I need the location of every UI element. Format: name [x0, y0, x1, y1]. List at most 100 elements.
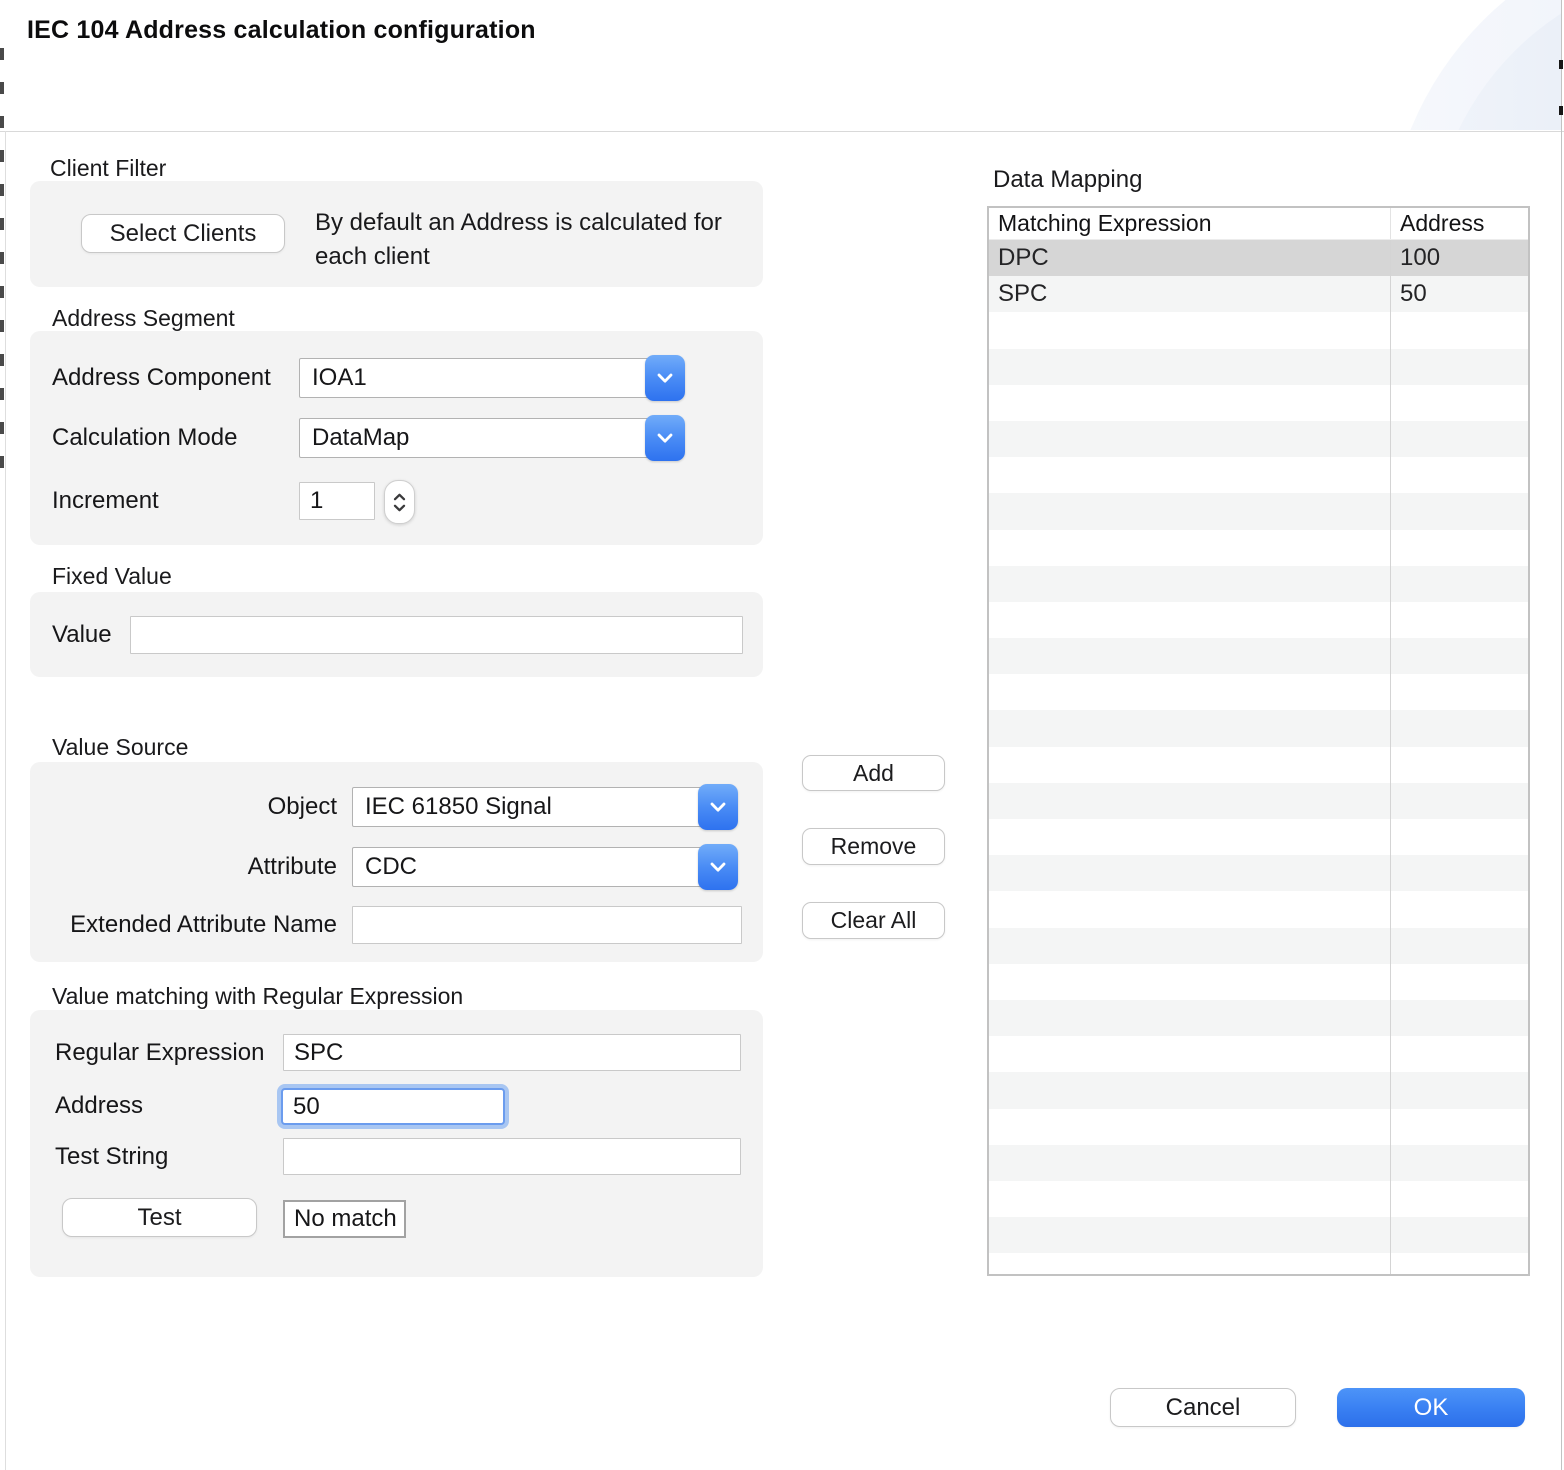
cell-address: [1391, 1253, 1528, 1274]
table-row[interactable]: [989, 855, 1528, 891]
table-row[interactable]: [989, 1109, 1528, 1145]
client-filter-section-label: Client Filter: [50, 155, 166, 182]
dialog-header: IEC 104 Address calculation configuratio…: [0, 0, 1564, 132]
cell-address: [1391, 421, 1528, 457]
table-row[interactable]: [989, 638, 1528, 674]
cancel-button[interactable]: Cancel: [1110, 1388, 1296, 1427]
attribute-label: Attribute: [30, 847, 337, 887]
extended-attribute-name-label: Extended Attribute Name: [30, 906, 337, 944]
regex-address-label: Address: [55, 1086, 143, 1126]
table-row[interactable]: SPC50: [989, 276, 1528, 312]
table-row[interactable]: [989, 819, 1528, 855]
increment-stepper[interactable]: [384, 480, 415, 524]
table-row[interactable]: [989, 928, 1528, 964]
cell-address: [1391, 855, 1528, 891]
cell-address: [1391, 783, 1528, 819]
cell-matching-expression: DPC: [989, 240, 1391, 276]
cell-matching-expression: [989, 457, 1391, 493]
table-row[interactable]: [989, 1181, 1528, 1217]
increment-input[interactable]: [299, 482, 375, 520]
calculation-mode-value: DataMap: [312, 424, 409, 452]
chevron-down-icon: [698, 784, 738, 830]
cell-address: 100: [1391, 240, 1528, 276]
cell-matching-expression: [989, 928, 1391, 964]
dialog-left-edge: [5, 131, 6, 1470]
table-row[interactable]: [989, 385, 1528, 421]
table-row[interactable]: DPC100: [989, 240, 1528, 276]
cell-address: [1391, 385, 1528, 421]
edge-artifact: [1559, 106, 1563, 115]
cell-address: [1391, 349, 1528, 385]
cell-matching-expression: [989, 674, 1391, 710]
table-row[interactable]: [989, 747, 1528, 783]
table-row[interactable]: [989, 457, 1528, 493]
object-value: IEC 61850 Signal: [365, 793, 552, 821]
cell-matching-expression: SPC: [989, 276, 1391, 312]
test-button[interactable]: Test: [62, 1198, 257, 1237]
data-mapping-body: DPC100SPC50: [989, 240, 1528, 1274]
table-row[interactable]: [989, 674, 1528, 710]
table-row[interactable]: [989, 1000, 1528, 1036]
table-row[interactable]: [989, 1072, 1528, 1108]
select-clients-button[interactable]: Select Clients: [81, 214, 285, 253]
cell-matching-expression: [989, 710, 1391, 746]
regex-address-input[interactable]: [281, 1088, 505, 1125]
table-row[interactable]: [989, 349, 1528, 385]
cell-matching-expression: [989, 964, 1391, 1000]
attribute-select[interactable]: CDC: [352, 847, 738, 887]
cell-address: [1391, 1181, 1528, 1217]
cell-matching-expression: [989, 566, 1391, 602]
cell-matching-expression: [989, 747, 1391, 783]
calculation-mode-label: Calculation Mode: [52, 418, 237, 458]
cell-matching-expression: [989, 312, 1391, 348]
attribute-value: CDC: [365, 853, 417, 881]
table-row[interactable]: [989, 493, 1528, 529]
cell-matching-expression: [989, 385, 1391, 421]
data-mapping-section-label: Data Mapping: [993, 166, 1142, 194]
cell-address: [1391, 1217, 1528, 1253]
test-string-input[interactable]: [283, 1138, 741, 1175]
cell-matching-expression: [989, 602, 1391, 638]
cell-matching-expression: [989, 783, 1391, 819]
cell-address: [1391, 602, 1528, 638]
column-header-address[interactable]: Address: [1391, 208, 1528, 239]
table-row[interactable]: [989, 421, 1528, 457]
column-header-matching-expression[interactable]: Matching Expression: [989, 208, 1391, 239]
fixed-value-input[interactable]: [130, 616, 743, 654]
header-decoration-swoosh: [1262, 0, 1562, 130]
object-label: Object: [30, 787, 337, 827]
cell-matching-expression: [989, 855, 1391, 891]
cell-address: [1391, 312, 1528, 348]
table-row[interactable]: [989, 783, 1528, 819]
address-component-label: Address Component: [52, 358, 271, 398]
table-row[interactable]: [989, 602, 1528, 638]
cell-address: [1391, 1145, 1528, 1181]
table-row[interactable]: [989, 1217, 1528, 1253]
table-row[interactable]: [989, 530, 1528, 566]
data-mapping-table[interactable]: Matching Expression Address DPC100SPC50: [987, 206, 1530, 1276]
table-row[interactable]: [989, 1253, 1528, 1274]
address-component-value: IOA1: [312, 364, 367, 392]
table-row[interactable]: [989, 710, 1528, 746]
table-row[interactable]: [989, 312, 1528, 348]
cell-matching-expression: [989, 819, 1391, 855]
edge-artifact: [1559, 60, 1563, 69]
table-row[interactable]: [989, 1145, 1528, 1181]
clear-all-button[interactable]: Clear All: [802, 902, 945, 939]
test-string-label: Test String: [55, 1138, 168, 1176]
ok-button[interactable]: OK: [1337, 1388, 1525, 1427]
remove-button[interactable]: Remove: [802, 828, 945, 865]
cell-address: [1391, 1072, 1528, 1108]
table-row[interactable]: [989, 891, 1528, 927]
regular-expression-input[interactable]: [283, 1034, 741, 1071]
calculation-mode-select[interactable]: DataMap: [299, 418, 685, 458]
add-button[interactable]: Add: [802, 755, 945, 791]
regex-section-label: Value matching with Regular Expression: [52, 983, 463, 1010]
address-component-select[interactable]: IOA1: [299, 358, 685, 398]
table-row[interactable]: [989, 566, 1528, 602]
table-row[interactable]: [989, 964, 1528, 1000]
table-row[interactable]: [989, 1036, 1528, 1072]
extended-attribute-name-input[interactable]: [352, 906, 742, 944]
cell-matching-expression: [989, 638, 1391, 674]
object-select[interactable]: IEC 61850 Signal: [352, 787, 738, 827]
